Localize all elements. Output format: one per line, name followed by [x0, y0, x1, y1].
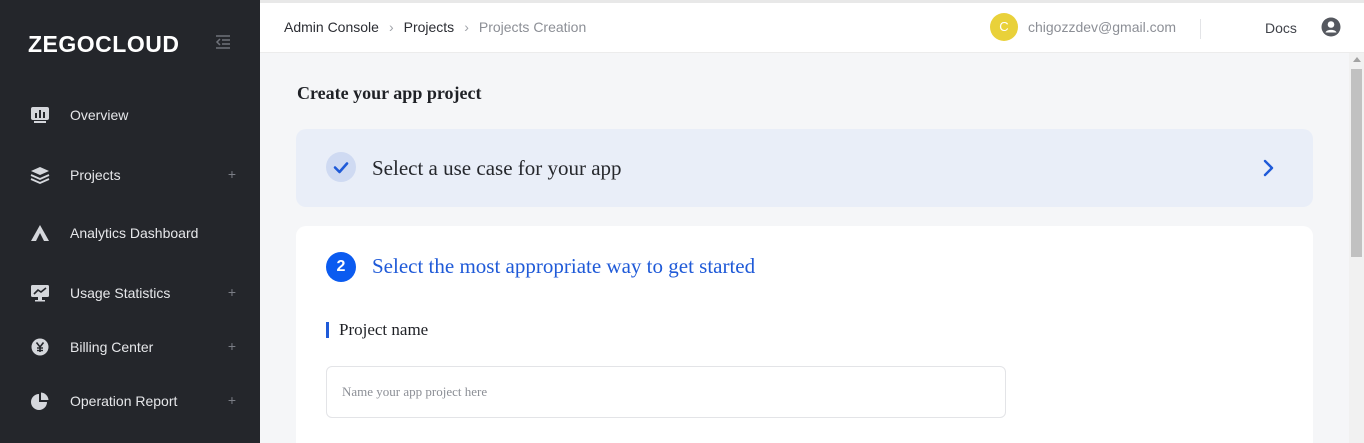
- expand-plus-icon[interactable]: +: [226, 393, 238, 407]
- top-bar: Admin Console › Projects › Projects Crea…: [260, 0, 1364, 53]
- collapse-sidebar-icon[interactable]: [214, 34, 232, 50]
- scrollbar-thumb[interactable]: [1351, 69, 1362, 257]
- zegocloud-logo: ZEGOCLOUD: [28, 31, 180, 57]
- main-content: Create your app project Select a use cas…: [260, 53, 1349, 443]
- docs-link[interactable]: Docs: [1265, 20, 1297, 36]
- sidebar-item-billing-center[interactable]: Billing Center +: [0, 327, 260, 367]
- layers-icon: [30, 166, 50, 184]
- breadcrumb: Admin Console › Projects › Projects Crea…: [284, 19, 586, 35]
- breadcrumb-projects-creation: Projects Creation: [478, 19, 587, 35]
- sidebar-item-label: Billing Center: [70, 339, 154, 355]
- field-label-marker: [326, 322, 329, 338]
- step-get-started-card: 2 Select the most appropriate way to get…: [296, 226, 1313, 443]
- sidebar-item-label: Analytics Dashboard: [70, 225, 199, 241]
- expand-plus-icon[interactable]: +: [226, 339, 238, 353]
- sidebar-item-projects[interactable]: Projects +: [0, 155, 260, 195]
- triangle-analytics-icon: [30, 224, 50, 242]
- breadcrumb-admin-console[interactable]: Admin Console: [284, 19, 379, 35]
- sidebar-item-label: Projects: [70, 167, 121, 183]
- chevron-right-icon[interactable]: [1262, 159, 1276, 177]
- monitor-chart-icon: [30, 284, 50, 302]
- avatar[interactable]: C: [990, 13, 1018, 41]
- step-use-case-card[interactable]: Select a use case for your app: [296, 129, 1313, 207]
- divider: [1200, 19, 1201, 39]
- breadcrumb-separator-icon: ›: [464, 19, 469, 35]
- user-email[interactable]: chigozzdev@gmail.com: [1028, 19, 1176, 35]
- chart-icon: [30, 106, 50, 124]
- sidebar-item-analytics-dashboard[interactable]: Analytics Dashboard: [0, 213, 260, 253]
- sidebar-item-operation-report[interactable]: Operation Report +: [0, 381, 260, 421]
- step-title: Select the most appropriate way to get s…: [372, 254, 756, 278]
- scrollbar[interactable]: [1349, 53, 1364, 443]
- project-name-input[interactable]: [326, 366, 1006, 418]
- sidebar-item-label: Operation Report: [70, 393, 178, 409]
- expand-plus-icon[interactable]: +: [226, 285, 238, 299]
- expand-plus-icon[interactable]: +: [226, 167, 238, 181]
- sidebar-item-label: Usage Statistics: [70, 285, 171, 301]
- project-name-label: Project name: [339, 320, 429, 339]
- breadcrumb-projects[interactable]: Projects: [404, 19, 455, 35]
- pie-chart-icon: [30, 392, 50, 410]
- scroll-up-arrow-icon[interactable]: [1353, 57, 1361, 62]
- account-icon[interactable]: [1321, 17, 1341, 37]
- check-icon: [326, 152, 356, 182]
- step-title: Select a use case for your app: [372, 156, 622, 180]
- logo-row: ZEGOCLOUD: [28, 28, 238, 58]
- sidebar-item-usage-statistics[interactable]: Usage Statistics +: [0, 273, 260, 313]
- step-number-badge: 2: [326, 252, 356, 282]
- sidebar: ZEGOCLOUD Overview Projects + Analytics …: [0, 0, 260, 443]
- page-title: Create your app project: [297, 83, 482, 103]
- sidebar-item-label: Overview: [70, 107, 129, 123]
- yen-icon: [30, 338, 50, 356]
- app-window: ZEGOCLOUD Overview Projects + Analytics …: [0, 0, 1364, 443]
- sidebar-item-overview[interactable]: Overview: [0, 95, 260, 135]
- breadcrumb-separator-icon: ›: [388, 19, 394, 35]
